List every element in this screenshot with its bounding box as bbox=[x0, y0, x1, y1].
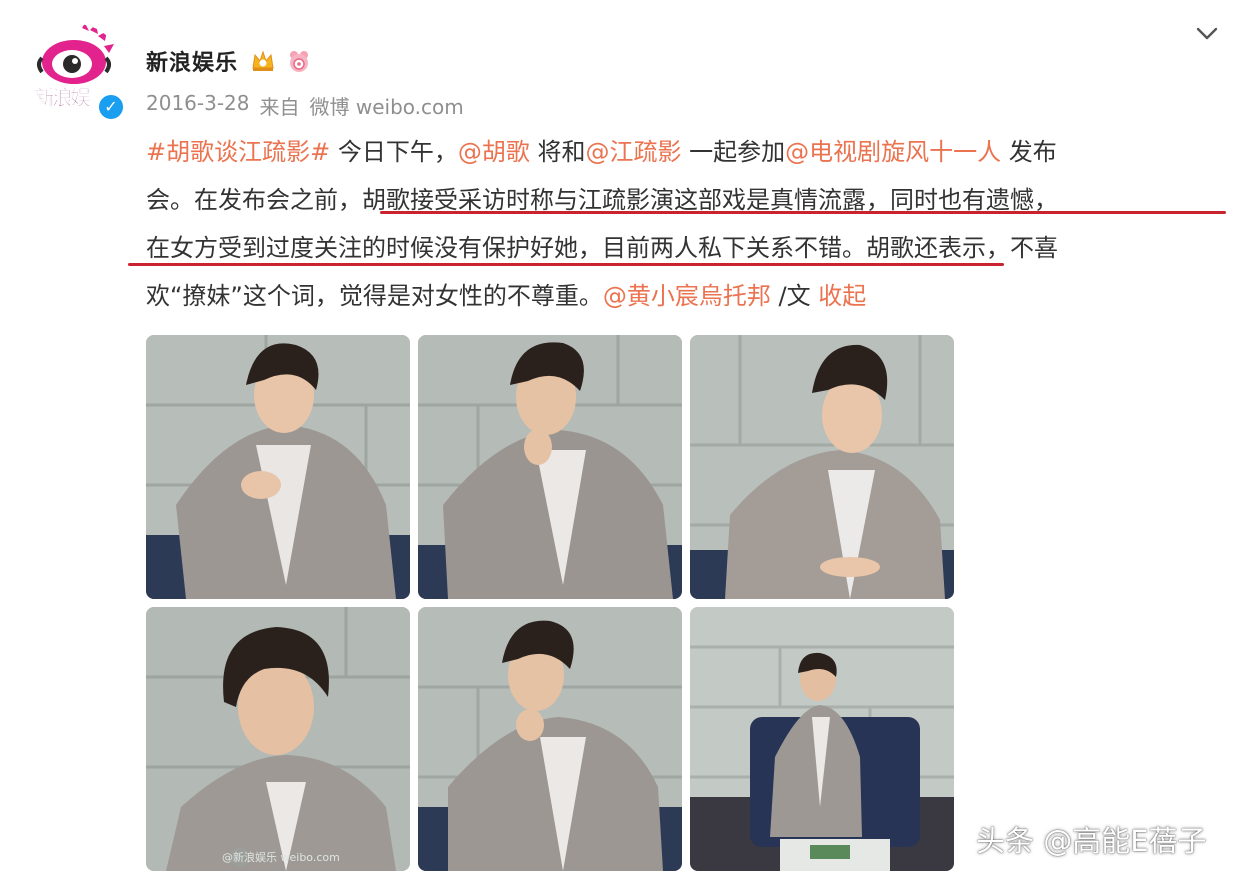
post-text-segment: 在女方受到过度关注的时候没有保护好她，目前两人私下关系不错。胡歌还表示，不喜 bbox=[146, 234, 1058, 262]
post-text-segment: 将和 bbox=[529, 138, 586, 166]
post-link[interactable]: @江疏影 bbox=[586, 138, 682, 166]
post-link[interactable]: @黄小宸烏托邦 bbox=[603, 282, 771, 310]
post-link[interactable]: 收起 bbox=[818, 282, 866, 310]
photo-grid: @新浪娱乐 weibo.com bbox=[146, 335, 956, 875]
post-text-segment: 会。在发布会之前，胡歌接受采访时称与江疏影演这部戏是真情流露，同时也有遗憾， bbox=[146, 186, 1058, 214]
author-name-row: 新浪娱乐 bbox=[146, 44, 312, 78]
post-text-segment: 发布 bbox=[1001, 138, 1057, 166]
post-link[interactable]: @电视剧旋风十一人 bbox=[785, 138, 1001, 166]
post-source[interactable]: 微博 weibo.com bbox=[310, 91, 464, 120]
post-text-segment: 欢“撩妹”这个词，觉得是对女性的不尊重。 bbox=[146, 282, 603, 310]
member-icon[interactable] bbox=[286, 48, 312, 74]
red-underline-1 bbox=[380, 211, 1226, 214]
post-date[interactable]: 2016-3-28 bbox=[146, 91, 250, 120]
verified-badge-icon: ✓ bbox=[96, 92, 126, 122]
photo-thumbnail[interactable] bbox=[690, 335, 954, 599]
photo-thumbnail[interactable] bbox=[690, 607, 954, 871]
post-text-segment: 一起参加 bbox=[681, 138, 786, 166]
post-text-segment: 今日下午， bbox=[330, 138, 458, 166]
chevron-down-icon[interactable] bbox=[1192, 18, 1222, 48]
author-name[interactable]: 新浪娱乐 bbox=[146, 45, 238, 77]
photo-thumbnail[interactable] bbox=[418, 335, 682, 599]
post-text-line: #胡歌谈江疏影# 今日下午，@胡歌 将和@江疏影 一起参加@电视剧旋风十一人 发… bbox=[146, 128, 1226, 176]
photo-thumbnail[interactable] bbox=[418, 607, 682, 871]
photo-thumbnail[interactable]: @新浪娱乐 weibo.com bbox=[146, 607, 410, 871]
post-text-line: 会。在发布会之前，胡歌接受采访时称与江疏影演这部戏是真情流露，同时也有遗憾， bbox=[146, 176, 1226, 224]
post-body: #胡歌谈江疏影# 今日下午，@胡歌 将和@江疏影 一起参加@电视剧旋风十一人 发… bbox=[146, 128, 1226, 320]
platform-watermark: 头条 @高能E蓓子 bbox=[976, 824, 1207, 858]
photo-watermark: @新浪娱乐 weibo.com bbox=[222, 851, 340, 864]
post-link[interactable]: @胡歌 bbox=[458, 138, 530, 166]
post-text-line: 欢“撩妹”这个词，觉得是对女性的不尊重。@黄小宸烏托邦 /文 收起 bbox=[146, 272, 1226, 320]
crown-icon[interactable] bbox=[250, 48, 276, 74]
author-avatar[interactable]: 新浪娱 ✓ bbox=[30, 24, 126, 124]
post-link[interactable]: #胡歌谈江疏影# bbox=[146, 138, 330, 166]
post-meta: 2016-3-28 来自 微博 weibo.com bbox=[146, 91, 464, 120]
red-underline-2 bbox=[128, 263, 1004, 266]
photo-thumbnail[interactable] bbox=[146, 335, 410, 599]
avatar-logo-text: 新浪娱 bbox=[34, 86, 92, 111]
post-source-prefix: 来自 bbox=[259, 95, 300, 119]
post-text-segment: /文 bbox=[770, 282, 819, 310]
